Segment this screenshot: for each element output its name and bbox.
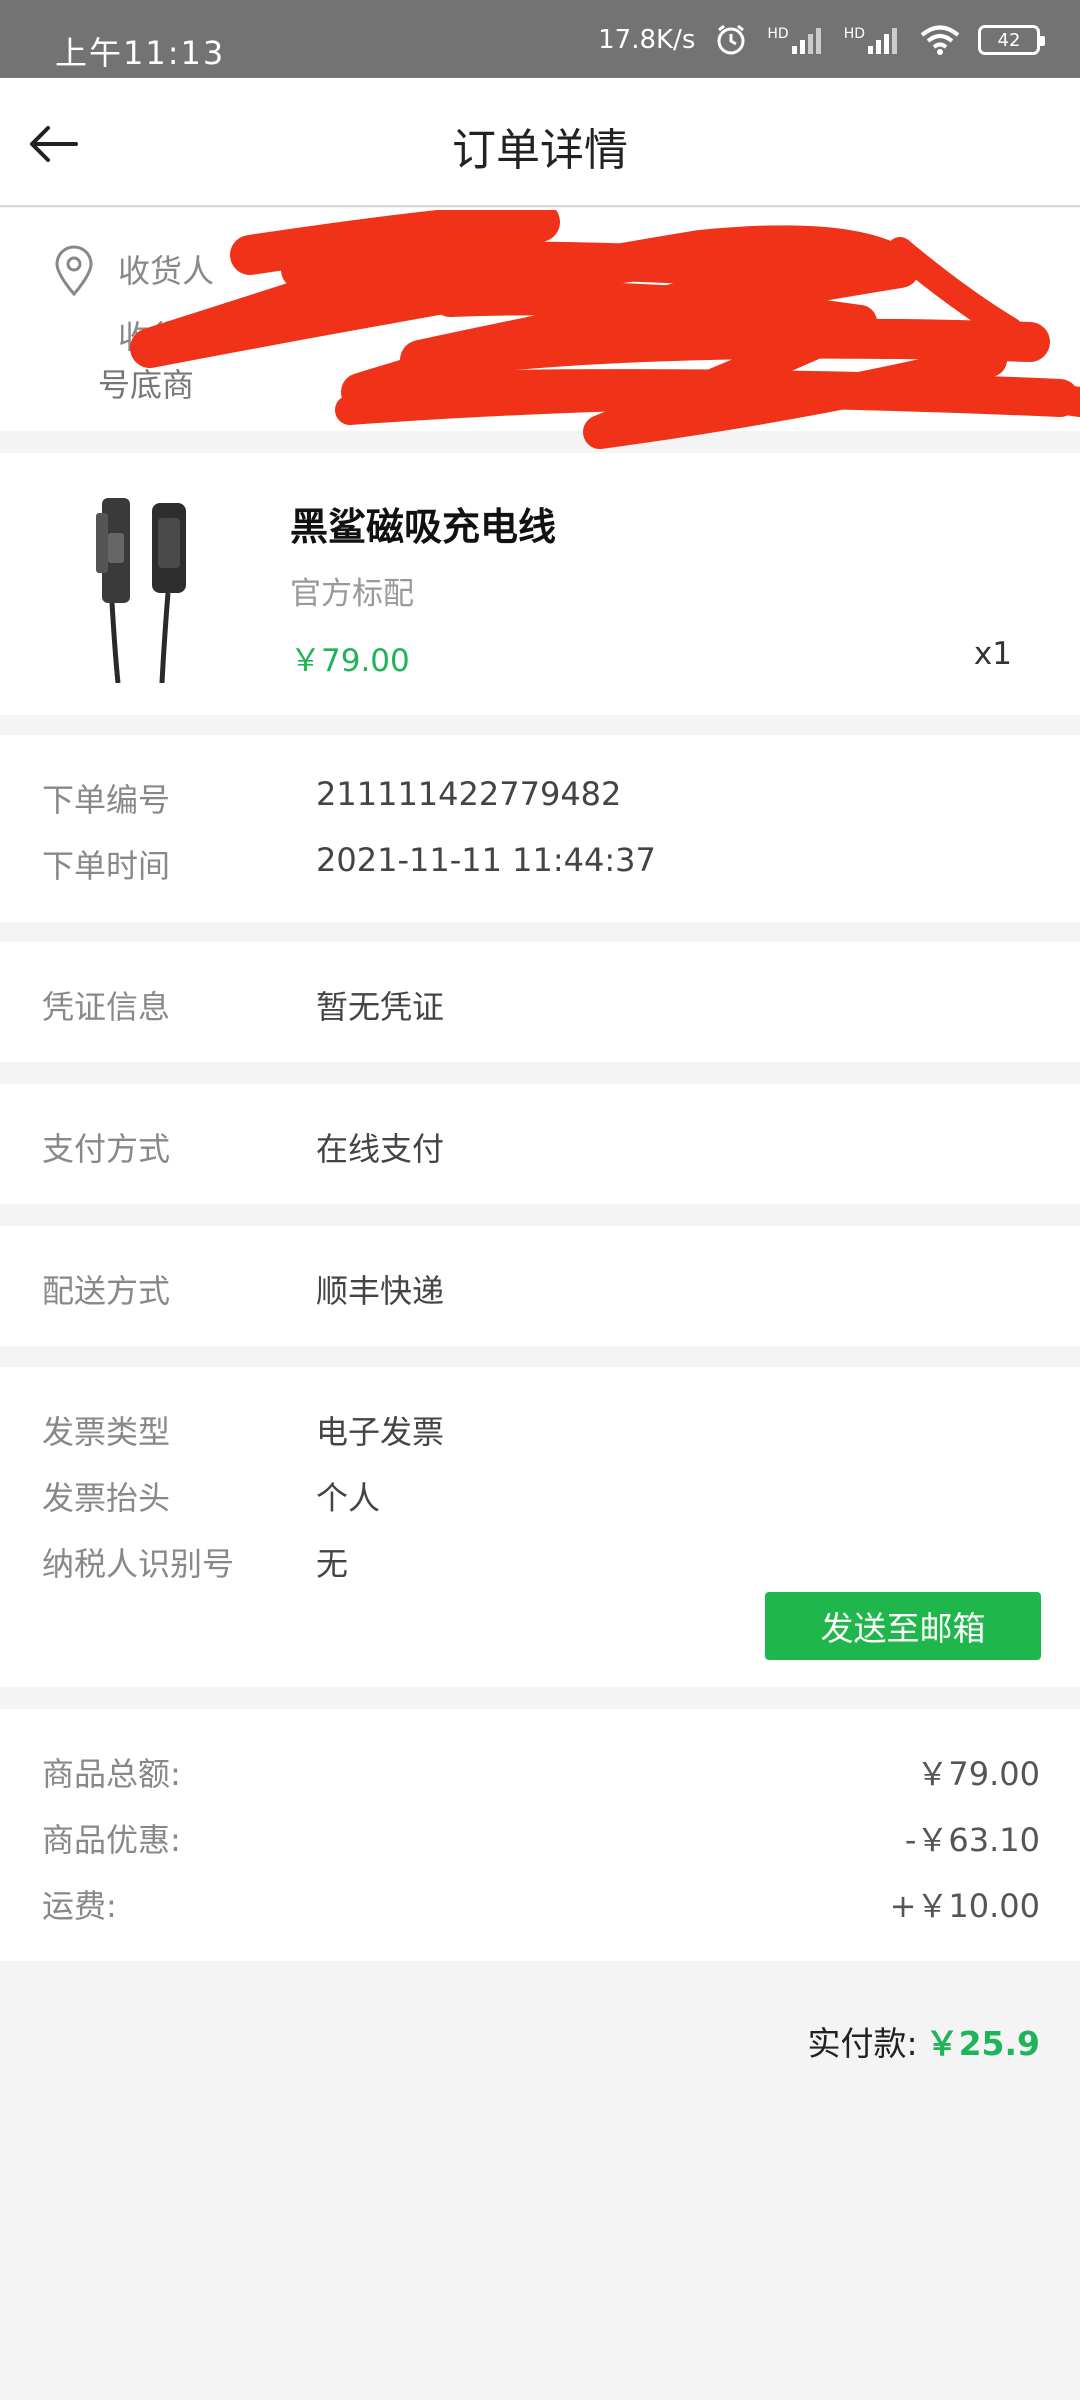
location-pin-icon (55, 245, 93, 297)
status-time: 上午11:13 (55, 34, 226, 72)
product-quantity: x1 (973, 636, 1012, 672)
signal-1-label: HD (767, 26, 789, 42)
shipping-label: 运费: (42, 1887, 117, 1925)
voucher-label: 凭证信息 (42, 988, 171, 1026)
tax-id-label: 纳税人识别号 (42, 1545, 235, 1583)
invoice-type-label: 发票类型 (42, 1413, 171, 1451)
send-to-email-button[interactable]: 发送至邮箱 (765, 1592, 1041, 1660)
wifi-icon (920, 24, 960, 56)
delivery-label: 配送方式 (42, 1272, 171, 1310)
address-label: 收货地 (118, 318, 215, 356)
alarm-icon (713, 22, 749, 58)
product-price: ￥79.00 (290, 643, 410, 679)
address-line-3: 号底商 (98, 366, 195, 404)
goods-total-label: 商品总额: (42, 1755, 181, 1793)
voucher-card: 凭证信息 暂无凭证 (0, 942, 1080, 1062)
invoice-card: 发票类型 电子发票 发票抬头 个人 纳税人识别号 无 发送至邮箱 (0, 1367, 1080, 1687)
product-card[interactable]: 黑鲨磁吸充电线 官方标配 ￥79.00 x1 (0, 453, 1080, 715)
status-bar: 上午11:13 17.8K/s HD HD 42 (0, 0, 1080, 78)
invoice-type-value: 电子发票 (316, 1413, 445, 1451)
order-no-value: 211111422779482 (316, 775, 622, 813)
receiver-label: 收货人 (118, 252, 215, 290)
order-time-value: 2021-11-11 11:44:37 (316, 841, 656, 879)
delivery-card: 配送方式 顺丰快递 (0, 1226, 1080, 1346)
paid-value: ￥25.9 (925, 2024, 1040, 2063)
order-info-card: 下单编号 211111422779482 下单时间 2021-11-11 11:… (0, 735, 1080, 922)
paid-label: 实付款: (807, 2024, 918, 2063)
discount-label: 商品优惠: (42, 1821, 181, 1859)
invoice-title-value: 个人 (316, 1479, 381, 1517)
voucher-value: 暂无凭证 (316, 988, 445, 1026)
address-card[interactable]: 收货人 收货地 号底商 (0, 208, 1080, 431)
signal-icon-1: HD (767, 26, 825, 54)
page-title: 订单详情 (452, 125, 628, 176)
signal-icon-2: HD (844, 26, 902, 54)
product-spec: 官方标配 (290, 576, 414, 612)
shipping-value: +￥10.00 (889, 1887, 1040, 1925)
payment-card: 支付方式 在线支付 (0, 1084, 1080, 1204)
tax-id-value: 无 (316, 1545, 349, 1583)
battery-level: 42 (997, 29, 1021, 51)
product-image (96, 498, 186, 683)
product-name: 黑鲨磁吸充电线 (290, 505, 557, 549)
price-summary-card: 商品总额: ￥79.00 商品优惠: -￥63.10 运费: +￥10.00 (0, 1709, 1080, 1961)
header: 订单详情 (0, 78, 1080, 207)
payment-label: 支付方式 (42, 1130, 171, 1168)
goods-total-value: ￥79.00 (916, 1755, 1040, 1793)
net-speed: 17.8K/s (598, 25, 696, 55)
signal-2-label: HD (843, 26, 865, 42)
status-icons: 17.8K/s HD HD 42 (598, 20, 1045, 60)
order-time-label: 下单时间 (42, 847, 171, 885)
payment-value: 在线支付 (316, 1130, 445, 1168)
invoice-title-label: 发票抬头 (42, 1479, 171, 1517)
battery-icon: 42 (978, 25, 1045, 55)
discount-value: -￥63.10 (904, 1821, 1040, 1859)
delivery-value: 顺丰快递 (316, 1272, 445, 1310)
order-no-label: 下单编号 (42, 781, 171, 819)
paid-total: 实付款: ￥25.9 (807, 2017, 1040, 2065)
